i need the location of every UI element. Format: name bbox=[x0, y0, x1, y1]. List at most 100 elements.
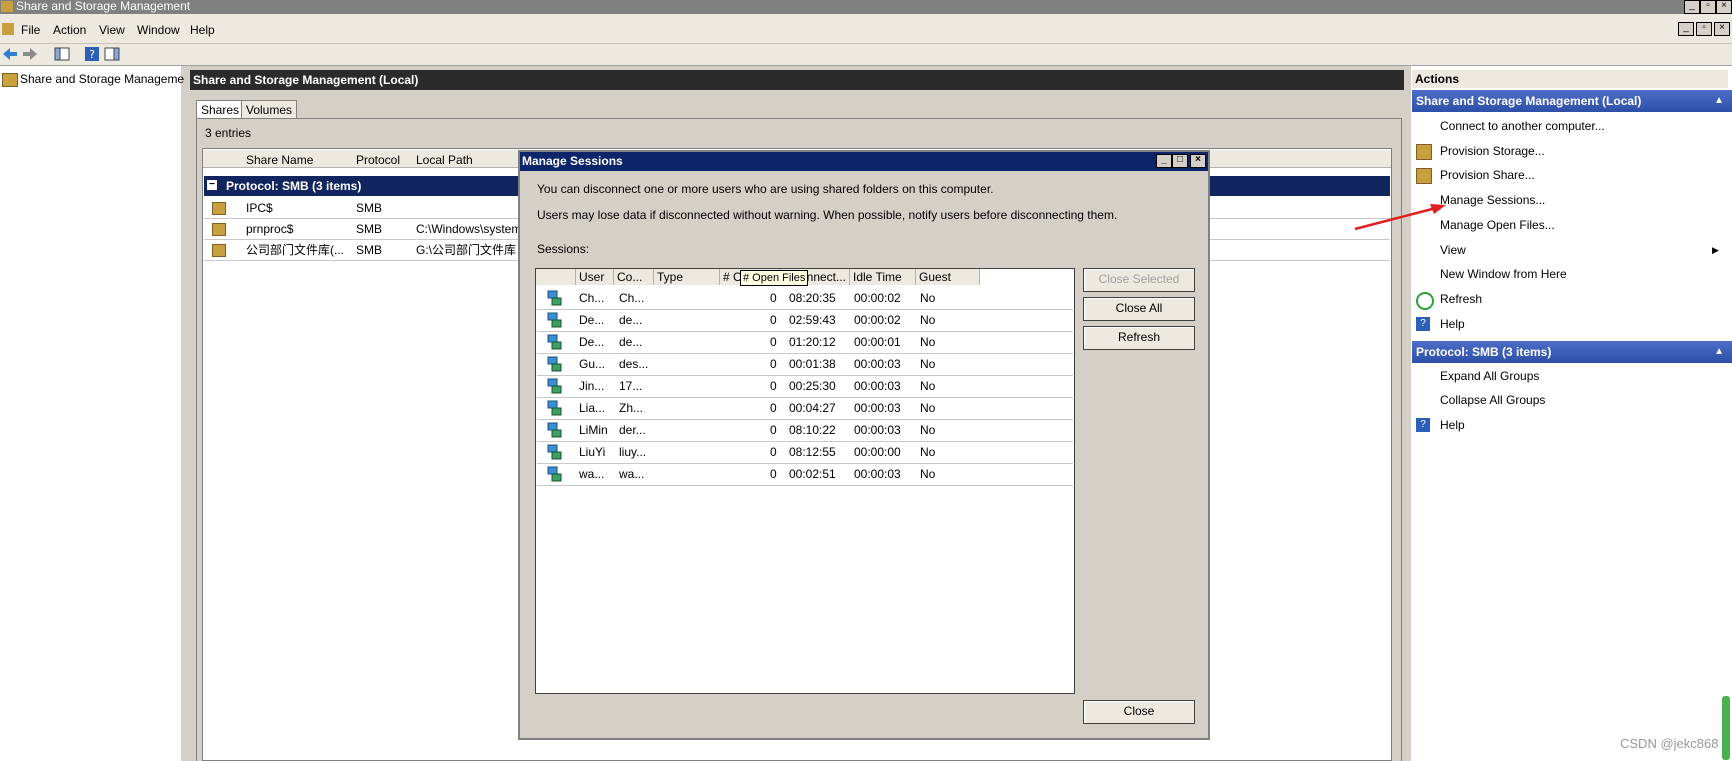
column-local-path[interactable]: Local Path bbox=[416, 152, 473, 168]
action-new-window[interactable]: New Window from Here bbox=[1440, 266, 1567, 282]
action-provision-storage[interactable]: Provision Storage... bbox=[1440, 143, 1545, 159]
window-title: Share and Storage Management bbox=[16, 0, 191, 13]
table-row[interactable]: Lia... Zh... 0 00:04:27 00:00:03 No bbox=[537, 397, 1073, 420]
actions-section-smb[interactable]: Protocol: SMB (3 items) ▲ bbox=[1412, 341, 1732, 363]
minimize-button[interactable]: _ bbox=[1684, 0, 1700, 14]
session-guest: No bbox=[920, 335, 936, 349]
table-row[interactable]: wa... wa... 0 00:02:51 00:00:03 No bbox=[537, 463, 1073, 486]
column-guest[interactable]: Guest bbox=[916, 269, 980, 285]
child-minimize-button[interactable]: _ bbox=[1678, 22, 1694, 36]
window-title-bar: Share and Storage Management _ ▫ × bbox=[0, 0, 1732, 14]
session-connected-time: 08:12:55 bbox=[789, 445, 836, 459]
session-user: LiuYi bbox=[579, 445, 606, 459]
mmc-icon bbox=[2, 23, 14, 35]
table-row[interactable]: Gu... des... 0 00:01:38 00:00:03 No bbox=[537, 353, 1073, 376]
annotation-arrow bbox=[1354, 204, 1446, 231]
session-computer: liuy... bbox=[619, 445, 647, 459]
table-row[interactable]: LiMin der... 0 08:10:22 00:00:03 No bbox=[537, 419, 1073, 442]
table-row[interactable]: Jin... 17... 0 00:25:30 00:00:03 No bbox=[537, 375, 1073, 398]
share-icon bbox=[212, 202, 226, 215]
column-computer[interactable]: Co... bbox=[614, 269, 654, 285]
help-icon[interactable]: ? bbox=[84, 46, 100, 62]
column-type[interactable]: Type bbox=[654, 269, 720, 285]
tab-volumes[interactable]: Volumes bbox=[241, 100, 298, 119]
share-protocol: SMB bbox=[356, 201, 383, 215]
session-computer: de... bbox=[619, 313, 643, 327]
action-manage-sessions[interactable]: Manage Sessions... bbox=[1440, 192, 1545, 208]
menu-file[interactable]: File bbox=[21, 23, 40, 37]
session-connected-time: 00:01:38 bbox=[789, 357, 836, 371]
action-manage-open-files[interactable]: Manage Open Files... bbox=[1440, 217, 1555, 233]
session-connected-time: 02:59:43 bbox=[789, 313, 836, 327]
table-row[interactable]: LiuYi liuy... 0 08:12:55 00:00:00 No bbox=[537, 441, 1073, 464]
action-provision-share[interactable]: Provision Share... bbox=[1440, 167, 1535, 183]
column-share-name[interactable]: Share Name bbox=[246, 152, 313, 168]
center-pane-header: Share and Storage Management (Local) bbox=[190, 70, 1404, 90]
dialog-minimize-button[interactable]: _ bbox=[1156, 154, 1172, 168]
dialog-maximize-button[interactable]: □ bbox=[1172, 154, 1188, 168]
action-view[interactable]: View bbox=[1440, 242, 1466, 258]
close-all-button[interactable]: Close All bbox=[1083, 297, 1195, 321]
menu-window[interactable]: Window bbox=[137, 23, 180, 37]
table-row[interactable]: De... de... 0 02:59:43 00:00:02 No bbox=[537, 309, 1073, 332]
forward-arrow-icon[interactable] bbox=[22, 46, 38, 62]
close-selected-button[interactable]: Close Selected bbox=[1083, 268, 1195, 292]
session-guest: No bbox=[920, 291, 936, 305]
close-button[interactable]: Close bbox=[1083, 700, 1195, 724]
session-idle-time: 00:00:00 bbox=[854, 445, 901, 459]
scrollbar[interactable] bbox=[1722, 696, 1730, 760]
menu-help[interactable]: Help bbox=[190, 23, 215, 37]
action-collapse-all-groups[interactable]: Collapse All Groups bbox=[1440, 392, 1545, 408]
tab-shares[interactable]: Shares bbox=[196, 100, 245, 119]
table-row[interactable]: Ch... Ch... 0 08:20:35 00:00:02 No bbox=[537, 287, 1073, 310]
session-open-files: 0 bbox=[770, 313, 777, 327]
actions-section-local[interactable]: Share and Storage Management (Local) ▲ bbox=[1412, 90, 1732, 112]
session-connected-time: 00:04:27 bbox=[789, 401, 836, 415]
collapse-section-icon[interactable]: ▲ bbox=[1714, 341, 1724, 363]
menu-action[interactable]: Action bbox=[53, 23, 86, 37]
action-help[interactable]: Help bbox=[1440, 316, 1465, 332]
sessions-label: Sessions: bbox=[537, 242, 590, 256]
show-hide-tree-icon[interactable] bbox=[54, 46, 70, 62]
collapse-section-icon[interactable]: ▲ bbox=[1714, 90, 1724, 112]
session-open-files: 0 bbox=[770, 335, 777, 349]
session-connected-time: 08:10:22 bbox=[789, 423, 836, 437]
share-name: IPC$ bbox=[246, 201, 273, 215]
section-local-label: Share and Storage Management (Local) bbox=[1416, 94, 1642, 108]
share-name: prnproc$ bbox=[246, 222, 294, 236]
child-restore-button[interactable]: ▫ bbox=[1696, 22, 1712, 36]
session-idle-time: 00:00:03 bbox=[854, 401, 901, 415]
table-row[interactable]: De... de... 0 01:20:12 00:00:01 No bbox=[537, 331, 1073, 354]
refresh-button[interactable]: Refresh bbox=[1083, 326, 1195, 350]
share-icon bbox=[212, 244, 226, 257]
session-connected-time: 00:25:30 bbox=[789, 379, 836, 393]
back-arrow-icon[interactable] bbox=[2, 46, 18, 62]
session-connected-time: 01:20:12 bbox=[789, 335, 836, 349]
column-protocol[interactable]: Protocol bbox=[356, 152, 400, 168]
help-icon: ? bbox=[1416, 317, 1430, 331]
collapse-group-icon[interactable]: − bbox=[207, 180, 217, 190]
session-user: De... bbox=[579, 313, 605, 327]
child-close-button[interactable]: × bbox=[1714, 22, 1730, 36]
tree-root-item[interactable]: Share and Storage Management ( bbox=[20, 72, 201, 86]
show-hide-action-pane-icon[interactable] bbox=[104, 46, 120, 62]
dialog-description: You can disconnect one or more users who… bbox=[537, 182, 994, 196]
action-refresh[interactable]: Refresh bbox=[1440, 291, 1482, 307]
dialog-title-bar: Manage Sessions _ □ × bbox=[520, 152, 1208, 171]
column-icon bbox=[536, 269, 576, 285]
action-connect-computer[interactable]: Connect to another computer... bbox=[1440, 118, 1605, 134]
column-user[interactable]: User bbox=[576, 269, 614, 285]
share-icon bbox=[212, 223, 226, 236]
menu-view[interactable]: View bbox=[99, 23, 125, 37]
session-computer: des... bbox=[619, 357, 649, 371]
column-idle-time[interactable]: Idle Time bbox=[850, 269, 916, 285]
actions-title: Actions bbox=[1412, 70, 1728, 88]
network-user-icon bbox=[547, 334, 562, 350]
close-window-button[interactable]: × bbox=[1716, 0, 1732, 14]
action-help[interactable]: Help bbox=[1440, 417, 1465, 433]
session-guest: No bbox=[920, 313, 936, 327]
restore-button[interactable]: ▫ bbox=[1700, 0, 1716, 14]
dialog-close-icon[interactable]: × bbox=[1190, 154, 1206, 168]
action-expand-all-groups[interactable]: Expand All Groups bbox=[1440, 368, 1539, 384]
share-path: G:\公司部门文件库 bbox=[416, 243, 517, 257]
